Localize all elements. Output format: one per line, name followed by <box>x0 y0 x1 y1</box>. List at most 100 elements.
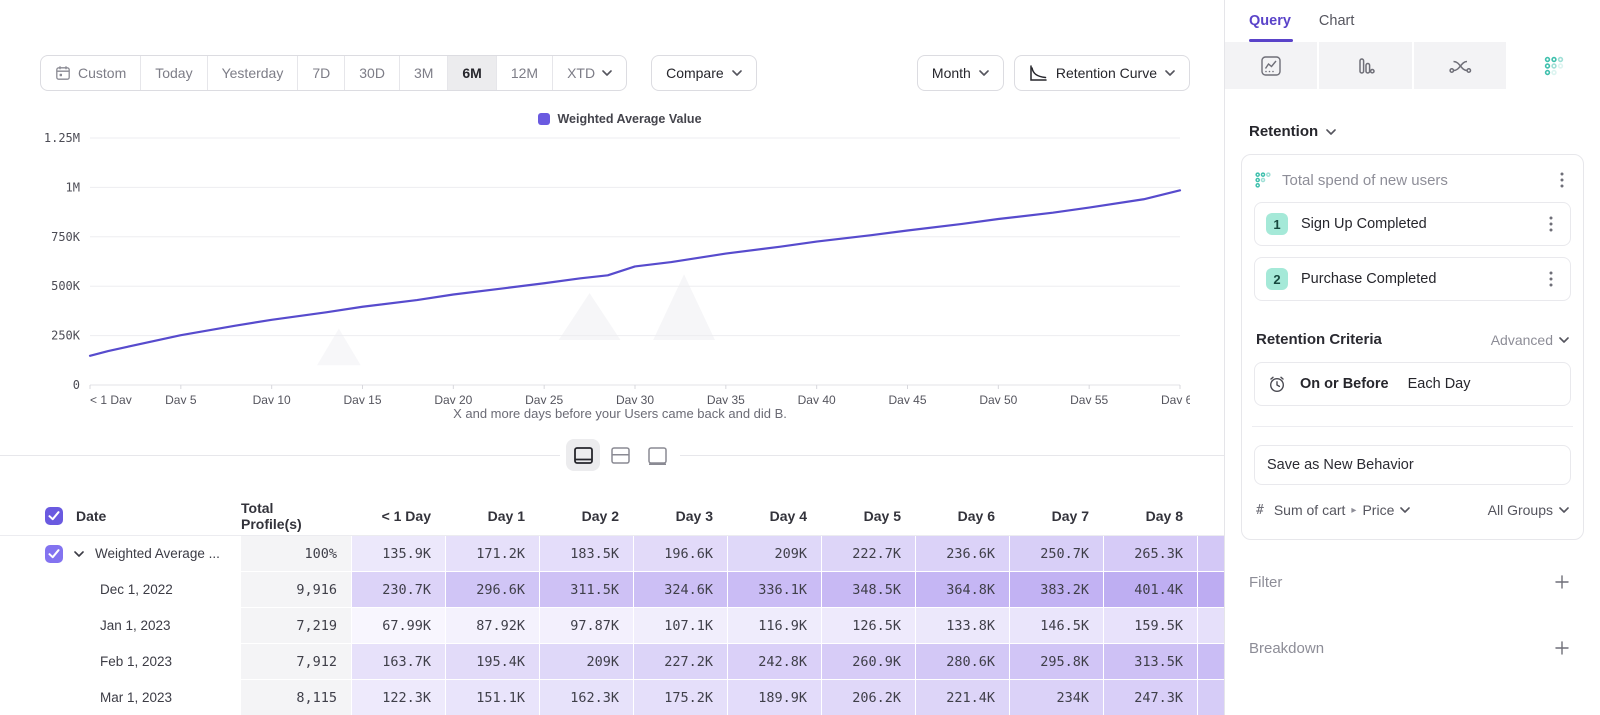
retention-value-cell[interactable]: 209K <box>728 536 821 571</box>
retention-value-cell[interactable]: 236.6K <box>916 536 1009 571</box>
behavior-title: Total spend of new users <box>1282 172 1543 189</box>
retention-value-cell[interactable]: 151.1K <box>446 680 539 715</box>
measure-property: Price <box>1362 502 1394 518</box>
retention-value-cell[interactable]: 116.9K <box>728 608 821 643</box>
retention-value-cell[interactable]: 146.5K <box>1010 608 1103 643</box>
range-3m[interactable]: 3M <box>400 56 448 90</box>
layout-toggle-split-view[interactable] <box>566 439 600 471</box>
chart-type-button[interactable]: Retention Curve <box>1014 55 1190 91</box>
tab-chart[interactable]: Chart <box>1319 13 1354 42</box>
retention-value-cell[interactable]: 133.8K <box>916 608 1009 643</box>
table-row-label[interactable]: Feb 1, 2023 <box>0 644 240 679</box>
retention-line-series[interactable] <box>90 190 1180 355</box>
retention-value-cell[interactable]: 171.2K <box>446 536 539 571</box>
range-12m[interactable]: 12M <box>497 56 553 90</box>
range-6m[interactable]: 6M <box>448 56 496 90</box>
retention-value-cell[interactable]: 250.7K <box>1010 536 1103 571</box>
layout-toggle-table-view[interactable] <box>640 439 674 471</box>
retention-value-cell[interactable]: 196.6K <box>634 536 727 571</box>
retention-value-cell[interactable]: 189.9K <box>728 680 821 715</box>
kebab-menu-icon[interactable] <box>1542 213 1560 235</box>
retention-value-cell[interactable]: 222.7K <box>822 536 915 571</box>
add-filter-button[interactable] <box>1552 572 1572 592</box>
retention-value-cell[interactable]: 348.5K <box>822 572 915 607</box>
expand-chevron-icon[interactable] <box>74 551 84 557</box>
retention-value-cell[interactable]: 159.5K <box>1104 608 1197 643</box>
table-row-label[interactable]: Weighted Average ... <box>0 536 240 571</box>
table-row-label[interactable]: Mar 1, 2023 <box>0 680 240 715</box>
chart-legend: Weighted Average Value <box>60 112 1180 126</box>
compare-label: Compare <box>666 65 724 81</box>
retention-value-cell[interactable]: 221.4K <box>916 680 1009 715</box>
retention-value-cell[interactable]: 296.6K <box>446 572 539 607</box>
retention-value-cell[interactable]: 87.92K <box>446 608 539 643</box>
retention-value-cell[interactable]: 209K <box>540 644 633 679</box>
granularity-button[interactable]: Month <box>917 55 1004 91</box>
retention-value-cell[interactable]: 67.99K <box>352 608 445 643</box>
flows-tab[interactable] <box>1414 42 1506 89</box>
tab-query[interactable]: Query <box>1249 13 1291 42</box>
add-breakdown-button[interactable] <box>1552 638 1572 658</box>
range-today[interactable]: Today <box>141 56 207 90</box>
range-xtd[interactable]: XTD <box>553 56 626 90</box>
retention-condition-row[interactable]: On or Before Each Day <box>1254 362 1571 406</box>
insights-tab[interactable] <box>1225 42 1317 89</box>
kebab-menu-icon[interactable] <box>1553 169 1571 191</box>
kebab-menu-icon[interactable] <box>1542 268 1560 290</box>
measure-property-dropdown[interactable]: Sum of cart ▸ Price <box>1274 502 1478 518</box>
retention-value-cell[interactable]: 162.3K <box>540 680 633 715</box>
retention-value-cell[interactable]: 242.8K <box>728 644 821 679</box>
retention-dots-icon <box>1254 171 1272 189</box>
retention-value-cell[interactable]: 260.9K <box>822 644 915 679</box>
retention-value-cell[interactable]: 206.2K <box>822 680 915 715</box>
retention-value-cell[interactable]: 230.7K <box>352 572 445 607</box>
funnels-tab[interactable] <box>1319 42 1411 89</box>
retention-value-cell[interactable]: 295.8K <box>1010 644 1103 679</box>
range-7d[interactable]: 7D <box>298 56 345 90</box>
chevron-down-icon <box>1326 129 1336 135</box>
retention-value-cell[interactable]: 247.3K <box>1104 680 1197 715</box>
row-checkbox[interactable] <box>45 545 63 563</box>
retention-value-cell[interactable]: 234K <box>1010 680 1103 715</box>
retention-value-cell[interactable]: 163.7K <box>352 644 445 679</box>
range-custom[interactable]: Custom <box>41 56 141 90</box>
retention-value-cell[interactable]: 336.1K <box>728 572 821 607</box>
retention-curve-chart[interactable]: 0250K500K750K1M1.25M< 1 DayDay 5Day 10Da… <box>30 126 1190 404</box>
layout-toggle-chart-view[interactable] <box>603 439 637 471</box>
retention-value-cell[interactable]: 265.3K <box>1104 536 1197 571</box>
range-yesterday[interactable]: Yesterday <box>208 56 299 90</box>
behavior-step-sign-up-completed[interactable]: 1Sign Up Completed <box>1254 202 1571 246</box>
retention-value-cell[interactable]: 135.9K <box>352 536 445 571</box>
report-section-selector[interactable]: Retention <box>1249 123 1600 140</box>
retention-value-cell[interactable]: 107.1K <box>634 608 727 643</box>
behavior-step-purchase-completed[interactable]: 2Purchase Completed <box>1254 257 1571 301</box>
retention-value-cell[interactable]: 126.5K <box>822 608 915 643</box>
compare-button[interactable]: Compare <box>651 55 757 91</box>
select-all-checkbox[interactable] <box>45 507 63 525</box>
retention-value-cell[interactable]: 383.2K <box>1010 572 1103 607</box>
table-row-label[interactable]: Jan 1, 2023 <box>0 608 240 643</box>
table-row-label[interactable]: Dec 1, 2022 <box>0 572 240 607</box>
all-groups-dropdown[interactable]: All Groups <box>1488 502 1569 518</box>
retention-value-cell[interactable]: 195.4K <box>446 644 539 679</box>
retention-value-cell[interactable]: 313.5K <box>1104 644 1197 679</box>
advanced-dropdown[interactable]: Advanced <box>1491 332 1569 348</box>
retention-value-cell[interactable]: 97.87K <box>540 608 633 643</box>
breakdown-section: Breakdown <box>1249 638 1572 658</box>
chevron-down-icon <box>1165 70 1175 76</box>
retention-value-cell[interactable]: 122.3K <box>352 680 445 715</box>
retention-value-cell[interactable]: 280.6K <box>916 644 1009 679</box>
range-30d[interactable]: 30D <box>345 56 400 90</box>
retention-value-cell[interactable]: 183.5K <box>540 536 633 571</box>
range-label: Yesterday <box>222 65 284 81</box>
retention-value-cell[interactable]: 364.8K <box>916 572 1009 607</box>
save-as-new-behavior-button[interactable]: Save as New Behavior <box>1254 445 1571 485</box>
retention-value-cell[interactable]: 227.2K <box>634 644 727 679</box>
retention-value-cell[interactable]: 401.4K <box>1104 572 1197 607</box>
retention-value-cell[interactable]: 311.5K <box>540 572 633 607</box>
retention-tab[interactable] <box>1508 42 1600 89</box>
row-label-text: Mar 1, 2023 <box>100 690 172 705</box>
retention-value-cell[interactable]: 324.6K <box>634 572 727 607</box>
x-axis-tick-label: Day 55 <box>1070 393 1108 404</box>
retention-value-cell[interactable]: 175.2K <box>634 680 727 715</box>
